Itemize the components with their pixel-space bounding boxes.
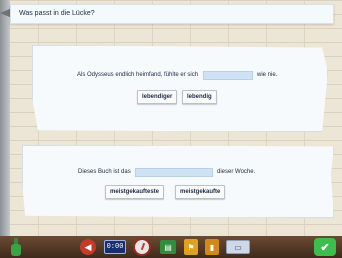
sentence-1-after: wie nie.: [257, 72, 278, 78]
gauge-icon[interactable]: [133, 238, 151, 256]
blank-field-1[interactable]: [203, 71, 253, 80]
choice-button-lebendiger[interactable]: lebendiger: [137, 90, 178, 104]
sentence-2-after: dieser Woche.: [217, 169, 256, 175]
choice-button-lebendig[interactable]: lebendig: [182, 90, 217, 104]
screen-icon[interactable]: ▭: [226, 240, 250, 254]
flag-icon[interactable]: ⚑: [184, 239, 198, 255]
instruction-header: Was passt in die Lücke?: [10, 4, 334, 24]
back-icon[interactable]: ◀: [80, 239, 96, 255]
left-side-strip: [0, 0, 10, 236]
bottle-icon[interactable]: [10, 238, 22, 256]
check-symbol: ✔: [320, 241, 330, 254]
choice-button-meistgekaufte[interactable]: meistgekaufte: [175, 185, 226, 199]
exercise-card-2: [22, 145, 334, 218]
check-icon[interactable]: ✔: [314, 238, 336, 256]
sentence-1-before: Als Odysseus endlich heimfand, fühlte er…: [77, 72, 199, 78]
book-icon[interactable]: ▤: [160, 240, 176, 254]
bottom-toolbar: ◀ 0:00 ▤ ⚑ ▮ ▭ ✔: [0, 236, 342, 258]
timer-icon[interactable]: 0:00: [104, 240, 126, 254]
bookmark-icon[interactable]: ▮: [205, 239, 219, 255]
blank-field-2[interactable]: [135, 168, 213, 177]
timer-text: 0:00: [106, 243, 124, 251]
instruction-title: Was passt in die Lücke?: [19, 10, 95, 17]
exercise-card-1: [32, 45, 328, 132]
sentence-2-before: Dieses Buch ist das: [78, 169, 131, 175]
choice-button-meistgekaufteste[interactable]: meistgekaufteste: [105, 185, 165, 199]
